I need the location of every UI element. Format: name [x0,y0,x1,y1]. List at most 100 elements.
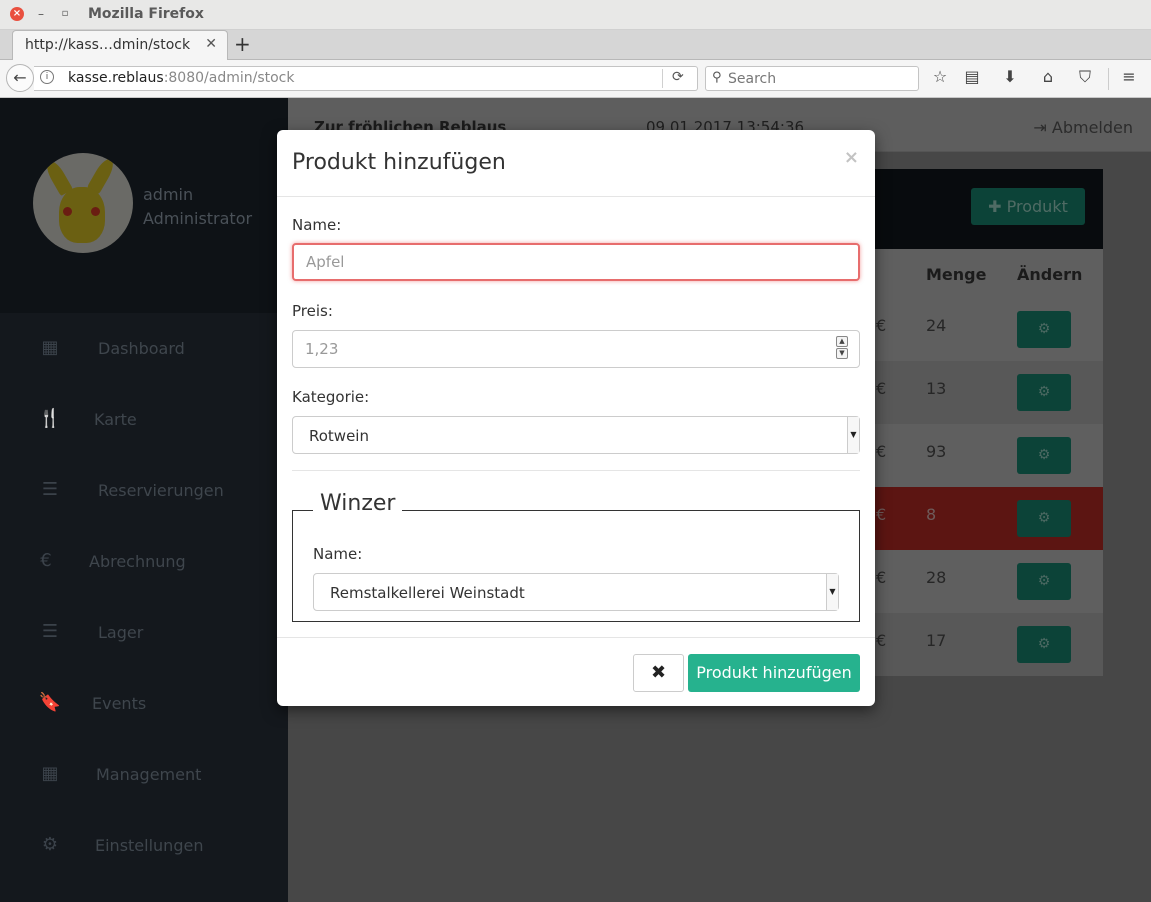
sidebar-item-reservierungen[interactable]: ☰ Reservierungen [0,455,288,526]
search-icon: ⚲ [712,70,722,85]
back-button[interactable]: ← [6,64,34,92]
quantity-cell: 28 [926,568,947,587]
avatar [33,153,133,253]
window-close-button[interactable]: × [10,7,24,21]
logout-label: Abmelden [1051,118,1133,137]
url-text[interactable]: kasse.reblaus:8080/admin/stock [68,70,295,86]
tab-strip: http://kass…dmin/stock ✕ + [0,30,1151,60]
profile-name: admin [143,185,194,204]
window-titlebar: × – ▫ Mozilla Firefox [0,0,1151,30]
price-stepper[interactable]: ▲ ▼ [836,336,848,360]
tab-title: http://kass…dmin/stock [25,37,191,53]
sidebar-item-abrechnung[interactable]: € Abrechnung [0,526,288,597]
search-bar[interactable]: ⚲ [705,66,919,91]
sidebar-item-label: Reservierungen [98,481,224,500]
url-host: kasse.reblaus [68,70,164,86]
chevron-down-icon: ▼ [826,574,838,610]
price-label: Preis: [292,302,333,320]
window-minimize-button[interactable]: – [34,7,48,21]
browser-tab[interactable]: http://kass…dmin/stock ✕ [12,30,228,60]
column-header-menge: Menge [926,265,987,284]
url-path: :8080/admin/stock [163,70,295,86]
window-maximize-button[interactable]: ▫ [58,7,72,21]
modal-header: Produkt hinzufügen × [277,130,875,197]
gear-icon: ⚙ [41,834,59,855]
bookmark-star-icon[interactable]: ☆ [929,67,951,86]
modal-footer: ✖ Produkt hinzufügen [277,637,875,706]
sidebar-item-management[interactable]: ▦ Management [0,739,288,810]
winzer-legend: Winzer [313,491,403,516]
sidebar-item-einstellungen[interactable]: ⚙ Einstellungen [0,810,288,881]
sidebar-item-events[interactable]: 🔖 Events [0,668,288,739]
name-label: Name: [292,216,342,234]
modal-close-button[interactable]: × [844,147,859,168]
edit-gear-button[interactable]: ⚙ [1017,500,1071,537]
pocket-icon[interactable]: ⛉ [1074,67,1096,87]
category-label: Kategorie: [292,388,370,406]
list-icon: ☰ [41,621,59,642]
new-tab-icon[interactable]: + [234,32,251,56]
sidebar-item-label: Dashboard [98,339,185,358]
cutlery-icon: 🍴 [38,408,62,429]
site-info-icon[interactable]: i [40,70,54,84]
modal-title: Produkt hinzufügen [292,150,506,175]
edit-gear-button[interactable]: ⚙ [1017,563,1071,600]
profile-panel: admin Administrator [0,98,288,313]
sidebar-item-dashboard[interactable]: ▦ Dashboard [0,313,288,384]
reader-list-icon[interactable]: ▤ [961,67,983,86]
category-selected-value: Rotwein [309,427,369,445]
home-icon[interactable]: ⌂ [1037,67,1059,86]
chevron-down-icon: ▼ [847,417,859,453]
edit-gear-button[interactable]: ⚙ [1017,311,1071,348]
price-field-wrapper: ▲ ▼ [277,330,875,368]
quantity-cell: 13 [926,379,947,398]
url-separator [662,69,663,88]
download-icon[interactable]: ⬇ [999,67,1021,86]
avatar-cheek [63,207,72,216]
add-product-button[interactable]: ✚ Produkt [971,188,1085,225]
sidebar-item-label: Management [96,765,202,784]
edit-gear-button[interactable]: ⚙ [1017,626,1071,663]
quantity-cell: 8 [926,505,937,524]
winzer-select[interactable]: Remstalkellerei Weinstadt ▼ [313,573,839,611]
sidebar-item-label: Lager [98,623,144,642]
stepper-up-icon[interactable]: ▲ [836,336,848,347]
reload-icon[interactable]: ⟳ [672,69,684,85]
edit-gear-button[interactable]: ⚙ [1017,437,1071,474]
price-currency: € [876,631,887,650]
logout-icon: ⇥ [1033,118,1047,137]
avatar-cheek [91,207,100,216]
list-icon: ☰ [41,479,59,500]
edit-gear-button[interactable]: ⚙ [1017,374,1071,411]
add-product-label: Produkt [1006,197,1068,216]
hamburger-menu-icon[interactable]: ≡ [1118,67,1140,86]
winzer-selected-value: Remstalkellerei Weinstadt [330,584,525,602]
close-icon: ✖ [650,662,667,683]
sidebar-item-label: Einstellungen [95,836,204,855]
sidebar-item-label: Karte [94,410,137,429]
search-input[interactable] [728,69,908,89]
sidebar-item-label: Events [92,694,147,713]
submit-add-product-button[interactable]: Produkt hinzufügen [688,654,860,692]
category-select[interactable]: Rotwein ▼ [292,416,860,454]
column-header-aendern: Ändern [1017,265,1083,284]
add-product-modal: Produkt hinzufügen × Name: Preis: ▲ ▼ Ka… [277,130,875,706]
calendar-icon: ▦ [41,763,59,784]
price-currency: € [876,568,887,587]
quantity-cell: 17 [926,631,947,650]
logout-link[interactable]: ⇥ Abmelden [1033,118,1133,137]
price-currency: € [876,316,887,335]
url-bar[interactable]: i kasse.reblaus:8080/admin/stock ⟳ [34,66,698,91]
sidebar-item-label: Abrechnung [89,552,186,571]
navigation-toolbar: ← i kasse.reblaus:8080/admin/stock ⟳ ⚲ ☆… [0,60,1151,98]
tab-close-icon[interactable]: ✕ [205,36,217,52]
euro-icon: € [40,550,52,571]
price-input[interactable] [292,330,860,368]
sidebar-item-karte[interactable]: 🍴 Karte [0,384,288,455]
product-name-input[interactable] [292,243,860,281]
sidebar-item-lager[interactable]: ☰ Lager [0,597,288,668]
plus-icon: ✚ [988,197,1002,216]
cancel-button[interactable]: ✖ [633,654,684,692]
winzer-name-label: Name: [313,545,363,563]
stepper-down-icon[interactable]: ▼ [836,348,848,359]
